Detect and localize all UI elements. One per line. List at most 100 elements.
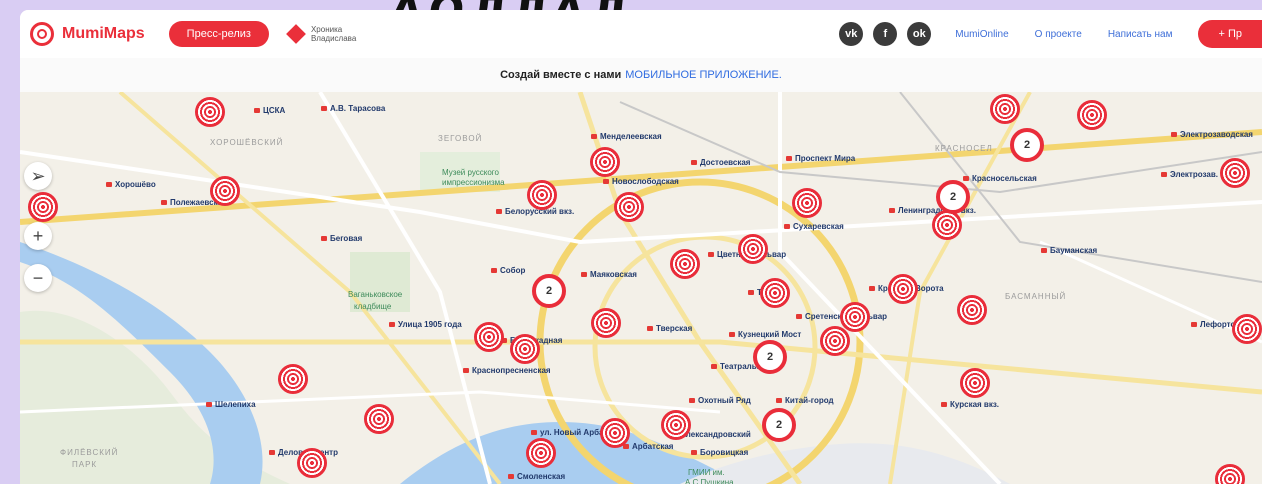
metro-icon xyxy=(269,450,275,455)
map-label: Смоленская xyxy=(517,472,566,481)
memory-marker[interactable] xyxy=(590,147,620,177)
zoom-in-button[interactable]: + xyxy=(24,222,52,250)
cluster-marker[interactable]: 2 xyxy=(1010,128,1044,162)
header: MumiMaps Пресс-релиз Хроника Владислава … xyxy=(20,10,1262,58)
map-label: ЗЕГОВОЙ xyxy=(438,134,483,143)
top-nav: MumiOnline О проекте Написать нам xyxy=(955,29,1172,40)
partner-logo[interactable]: Хроника Владислава xyxy=(286,24,371,44)
map-label: Кузнецкий Мост xyxy=(738,330,802,339)
locate-icon[interactable]: ➢ xyxy=(24,162,52,190)
metro-icon xyxy=(321,106,327,111)
vk-icon[interactable]: vk xyxy=(839,22,864,46)
metro-icon xyxy=(206,402,212,407)
memory-marker[interactable] xyxy=(195,97,225,127)
map-label: ФИЛЁВСКИЙ xyxy=(60,448,119,457)
map-label: Ваганьковское xyxy=(348,290,403,299)
map-label: Музей русского xyxy=(442,168,499,177)
memory-marker[interactable] xyxy=(510,334,540,364)
memory-marker[interactable] xyxy=(526,438,556,468)
memory-marker[interactable] xyxy=(1220,158,1250,188)
map-label: Новослободская xyxy=(612,177,679,186)
metro-icon xyxy=(711,364,717,369)
memory-marker[interactable] xyxy=(661,410,691,440)
map-label: Шелепиха xyxy=(215,400,256,409)
memory-marker[interactable] xyxy=(888,274,918,304)
nav-mumionline[interactable]: MumiOnline xyxy=(955,29,1008,40)
memory-marker[interactable] xyxy=(1232,314,1262,344)
map-canvas[interactable]: ➢ + − ЦСКА А.В. Тарасова ХОРОШЁВСКИЙ ЗЕГОВО… xyxy=(20,92,1262,484)
promo-banner: Создай вместе с нами МОБИЛЬНОЕ ПРИЛОЖЕНИ… xyxy=(20,58,1262,92)
metro-icon xyxy=(941,402,947,407)
memory-marker[interactable] xyxy=(957,295,987,325)
metro-icon xyxy=(581,272,587,277)
map-label: Электрозаводская xyxy=(1180,130,1253,139)
logo-text: MumiMaps xyxy=(62,25,145,42)
memory-marker[interactable] xyxy=(210,176,240,206)
cluster-marker[interactable]: 2 xyxy=(532,274,566,308)
memory-marker[interactable] xyxy=(792,188,822,218)
memory-marker[interactable] xyxy=(760,278,790,308)
memory-marker[interactable] xyxy=(278,364,308,394)
metro-icon xyxy=(689,398,695,403)
memory-marker[interactable] xyxy=(670,249,700,279)
map-label: БАСМАННЫЙ xyxy=(1005,292,1067,301)
memory-marker[interactable] xyxy=(738,234,768,264)
metro-icon xyxy=(869,286,875,291)
memory-marker[interactable] xyxy=(28,192,58,222)
memory-marker[interactable] xyxy=(960,368,990,398)
memory-marker[interactable] xyxy=(364,404,394,434)
memory-marker[interactable] xyxy=(1077,100,1107,130)
social-links: vk f ok xyxy=(839,22,932,46)
memory-marker[interactable] xyxy=(297,448,327,478)
map-label: Боровицкая xyxy=(700,448,749,457)
zoom-out-button[interactable]: − xyxy=(24,264,52,292)
memory-marker[interactable] xyxy=(474,322,504,352)
nav-contact[interactable]: Написать нам xyxy=(1108,29,1173,40)
memory-marker[interactable] xyxy=(990,94,1020,124)
map-label: КРАСНОСЕЛ xyxy=(935,144,993,153)
metro-icon xyxy=(491,268,497,273)
metro-icon xyxy=(1191,322,1197,327)
metro-icon xyxy=(591,134,597,139)
memory-marker[interactable] xyxy=(820,326,850,356)
map-label: ЦСКА xyxy=(263,106,286,115)
metro-icon xyxy=(603,179,609,184)
map-label: Китай-город xyxy=(785,396,834,405)
facebook-icon[interactable]: f xyxy=(873,22,898,46)
memory-marker[interactable] xyxy=(591,308,621,338)
memory-marker[interactable] xyxy=(600,418,630,448)
cluster-marker[interactable]: 2 xyxy=(762,408,796,442)
logo-icon xyxy=(30,22,54,46)
map-label: ПАРК xyxy=(72,460,98,469)
cluster-marker[interactable]: 2 xyxy=(936,180,970,214)
memory-marker[interactable] xyxy=(840,302,870,332)
memory-marker[interactable] xyxy=(527,180,557,210)
map-label: Курская вкз. xyxy=(950,400,1000,409)
map-label: кладбище xyxy=(354,302,392,311)
add-button[interactable]: + Пр xyxy=(1198,20,1262,48)
metro-icon xyxy=(508,474,514,479)
metro-icon xyxy=(708,252,714,257)
map-label: Электрозав. xyxy=(1170,170,1218,179)
cluster-marker[interactable]: 2 xyxy=(753,340,787,374)
map-label: ГМИИ им. xyxy=(688,468,725,477)
memory-marker[interactable] xyxy=(614,192,644,222)
metro-icon xyxy=(496,209,502,214)
metro-icon xyxy=(729,332,735,337)
promo-link[interactable]: МОБИЛЬНОЕ ПРИЛОЖЕНИЕ. xyxy=(625,69,782,81)
map-label: Достоевская xyxy=(700,158,751,167)
metro-icon xyxy=(531,430,537,435)
metro-icon xyxy=(254,108,260,113)
map-label: Маяковская xyxy=(590,270,637,279)
map-label: Собор xyxy=(500,266,526,275)
map-label: А.В. Тарасова xyxy=(330,104,386,113)
metro-icon xyxy=(161,200,167,205)
nav-about[interactable]: О проекте xyxy=(1035,29,1082,40)
memory-marker[interactable] xyxy=(932,210,962,240)
odnoklassniki-icon[interactable]: ok xyxy=(907,22,932,46)
map-label: Красносельская xyxy=(972,174,1037,183)
logo[interactable]: MumiMaps xyxy=(30,22,145,46)
metro-icon xyxy=(647,326,653,331)
metro-icon xyxy=(106,182,112,187)
press-release-button[interactable]: Пресс-релиз xyxy=(168,21,269,47)
